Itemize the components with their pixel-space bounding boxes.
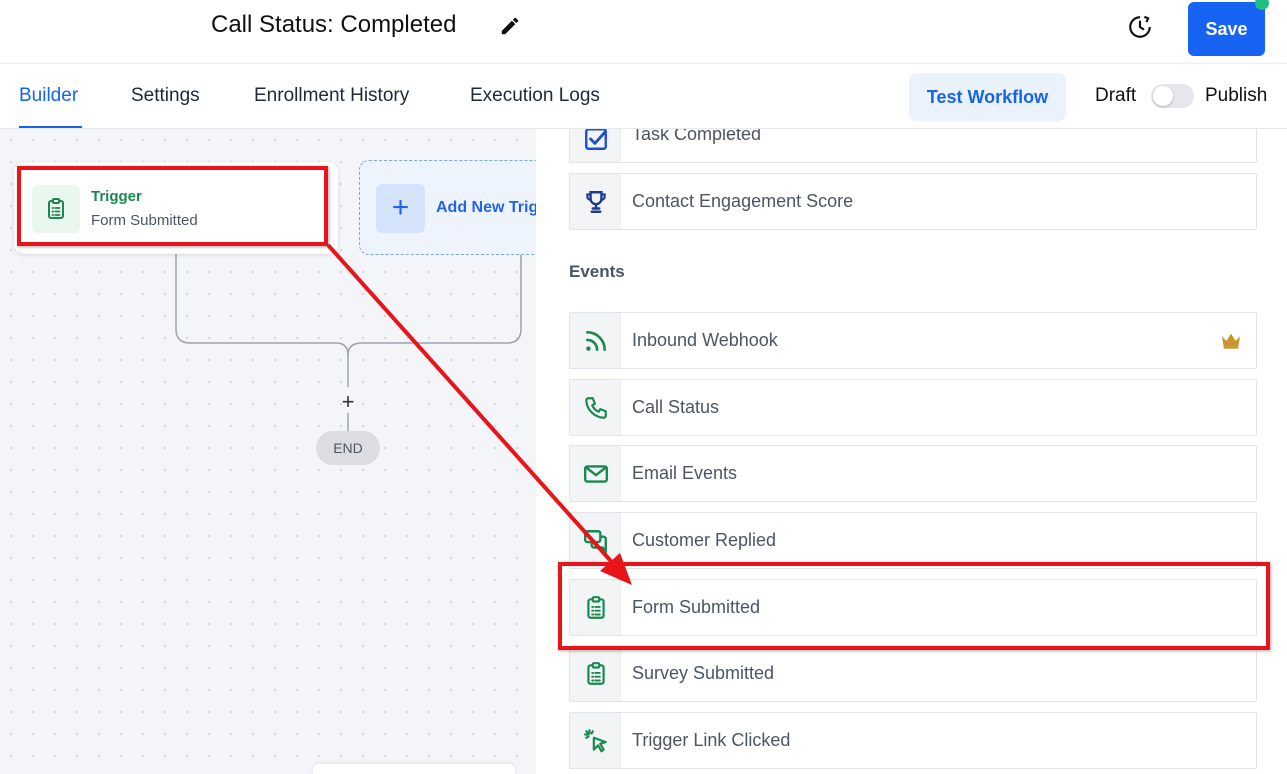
test-workflow-button[interactable]: Test Workflow — [909, 73, 1066, 121]
canvas-controls-panel — [313, 764, 515, 774]
tab-bar: Builder Settings Enrollment History Exec… — [0, 64, 1287, 129]
item-label: Customer Replied — [632, 530, 777, 550]
tab-builder[interactable]: Builder — [19, 85, 78, 107]
item-icon-box — [570, 713, 621, 768]
top-bar: Call Status: Completed Save — [0, 0, 1287, 64]
list-item-contact-engagement-score[interactable]: Contact Engagement Score — [569, 173, 1257, 230]
annotation-box-form-submitted — [558, 562, 1270, 650]
item-label: Inbound Webhook — [632, 330, 778, 350]
trigger-picker-panel: Task Completed Contact Engagement Score … — [536, 129, 1287, 774]
list-item-customer-replied[interactable]: Customer Replied — [569, 512, 1257, 569]
item-icon-box — [570, 313, 621, 368]
chat-icon — [583, 530, 607, 554]
list-item-inbound-webhook[interactable]: Inbound Webhook — [569, 312, 1257, 369]
item-label: Email Events — [632, 463, 738, 483]
item-label: Contact Engagement Score — [632, 191, 854, 211]
end-node: END — [316, 431, 380, 465]
item-label: Call Status — [632, 397, 720, 417]
checkbox-icon — [585, 129, 607, 150]
trophy-icon — [586, 191, 606, 213]
item-label: Task Completed — [632, 129, 762, 144]
annotation-box-trigger — [17, 166, 328, 246]
list-item-task-completed[interactable]: Task Completed — [569, 129, 1257, 163]
list-item-email-events[interactable]: Email Events — [569, 445, 1257, 502]
active-tab-indicator — [19, 126, 82, 128]
history-icon[interactable] — [1127, 14, 1153, 40]
workflow-title: Call Status: Completed — [211, 11, 457, 38]
item-icon-box — [570, 380, 621, 435]
clipboard-icon — [587, 662, 605, 685]
save-button[interactable]: Save — [1188, 2, 1265, 56]
events-section-title: Events — [569, 262, 625, 281]
tab-settings[interactable]: Settings — [131, 85, 200, 107]
cursor-click-icon — [584, 729, 607, 753]
item-label: Trigger Link Clicked — [632, 730, 791, 750]
draft-label: Draft — [1095, 85, 1137, 106]
item-label: Survey Submitted — [632, 663, 775, 683]
webhook-icon — [586, 331, 606, 351]
list-item-survey-submitted[interactable]: Survey Submitted — [569, 645, 1257, 702]
envelope-icon — [583, 465, 609, 483]
tab-execution-logs[interactable]: Execution Logs — [470, 85, 600, 107]
item-icon-box — [570, 513, 621, 568]
item-icon-box — [570, 174, 621, 229]
add-new-trigger-button[interactable]: + Add New Trigger — [359, 160, 536, 255]
add-trigger-label: Add New Trigger — [436, 199, 536, 216]
toggle-knob — [1153, 86, 1173, 106]
phone-icon — [585, 397, 607, 419]
item-icon-box — [570, 446, 621, 501]
item-icon-box — [570, 129, 621, 162]
item-icon-box — [570, 646, 621, 701]
publish-label: Publish — [1205, 85, 1268, 106]
publish-toggle[interactable] — [1151, 84, 1194, 108]
tab-enrollment-history[interactable]: Enrollment History — [254, 85, 409, 107]
crown-icon — [1221, 333, 1241, 349]
pencil-icon[interactable] — [499, 15, 521, 37]
list-item-call-status[interactable]: Call Status — [569, 379, 1257, 436]
add-step-plus-icon[interactable]: + — [337, 391, 359, 413]
list-item-trigger-link-clicked[interactable]: Trigger Link Clicked — [569, 712, 1257, 769]
plus-icon: + — [376, 184, 425, 233]
status-dot — [1255, 0, 1269, 10]
